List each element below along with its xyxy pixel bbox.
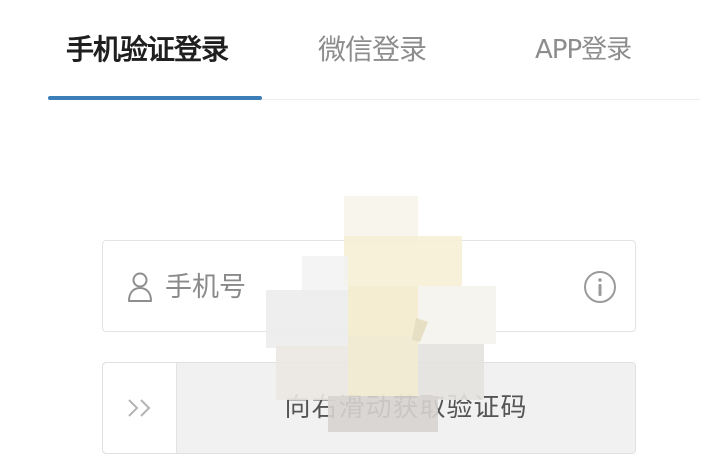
login-tabs: 手机验证登录 微信登录 APP登录 — [0, 0, 720, 100]
login-page: 手机验证登录 微信登录 APP登录 向右滑动获取验证码 — [0, 0, 720, 472]
slider-verification[interactable]: 向右滑动获取验证码 — [102, 362, 636, 454]
tab-wechat-login[interactable]: 微信登录 — [318, 28, 427, 72]
tab-sms-login[interactable]: 手机验证登录 — [66, 28, 229, 72]
tab-app-login[interactable]: APP登录 — [535, 28, 632, 72]
user-icon — [128, 272, 152, 302]
slider-handle[interactable] — [103, 363, 177, 453]
phone-field[interactable] — [102, 240, 636, 332]
info-icon[interactable] — [583, 270, 617, 304]
double-chevron-right-icon — [128, 399, 151, 417]
active-tab-indicator — [48, 96, 262, 100]
phone-input[interactable] — [165, 261, 565, 313]
slider-label: 向右滑动获取验证码 — [284, 393, 528, 423]
